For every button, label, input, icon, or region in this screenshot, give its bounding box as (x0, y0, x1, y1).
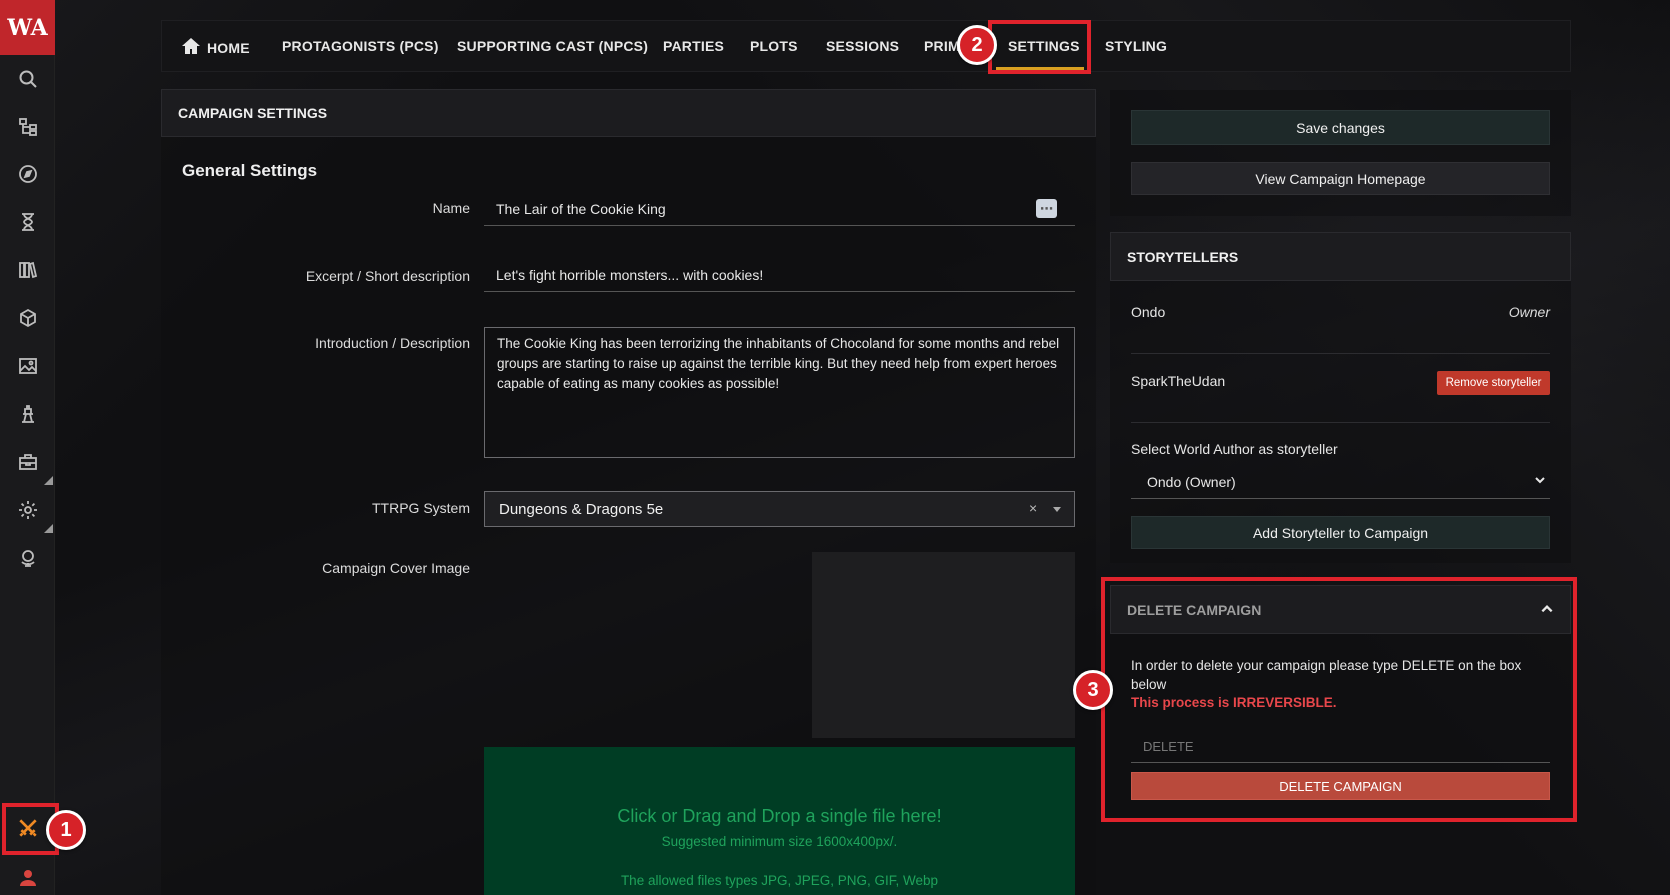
annotation-box-3 (1101, 577, 1577, 822)
add-storyteller-button[interactable]: Add Storyteller to Campaign (1131, 516, 1550, 549)
chevron-down-icon[interactable] (1534, 473, 1546, 491)
intro-label: Introduction / Description (315, 335, 470, 351)
search-icon[interactable] (12, 63, 44, 95)
author-select[interactable]: Ondo (Owner) (1131, 466, 1550, 499)
books-icon[interactable] (12, 254, 44, 286)
nav-plots[interactable]: PLOTS (750, 20, 798, 72)
nav-styling[interactable]: STYLING (1105, 20, 1167, 72)
nav-protagonists[interactable]: PROTAGONISTS (PCS) (282, 20, 439, 72)
divider (1131, 353, 1550, 354)
name-field[interactable]: The Lair of the Cookie King (484, 192, 1075, 226)
storytellers-header: STORYTELLERS (1110, 232, 1571, 281)
dropzone-title: Click or Drag and Drop a single file her… (617, 806, 942, 826)
annotation-number-3: 3 (1073, 670, 1113, 710)
nav-sessions[interactable]: SESSIONS (826, 20, 899, 72)
clear-icon[interactable]: × (1029, 500, 1037, 516)
system-label: TTRPG System (371, 500, 470, 516)
world-anvil-logo[interactable]: WA (0, 0, 55, 55)
nav-parties[interactable]: PARTIES (663, 20, 724, 72)
save-changes-button[interactable]: Save changes (1131, 110, 1550, 145)
cover-label: Campaign Cover Image (322, 560, 470, 576)
annotation-number-1: 1 (46, 810, 86, 850)
storyteller-role: Owner (1508, 304, 1550, 320)
dropzone-types-hint: The allowed files types JPG, JPEG, PNG, … (620, 873, 939, 888)
tower-icon[interactable] (12, 398, 44, 430)
expand-marker-icon (44, 476, 53, 485)
home-icon (182, 38, 200, 54)
dropdown-arrow-icon[interactable] (1053, 507, 1061, 512)
select-author-label: Select World Author as storyteller (1131, 441, 1338, 457)
name-label: Name (432, 200, 470, 216)
expand-marker-icon (44, 524, 53, 533)
excerpt-label: Excerpt / Short description (305, 268, 470, 284)
gear-icon[interactable] (12, 494, 44, 526)
compass-icon[interactable] (12, 158, 44, 190)
storyteller-name: Ondo (1131, 304, 1166, 320)
section-title: General Settings (182, 161, 318, 180)
nav-home[interactable]: HOME (181, 20, 250, 72)
user-icon[interactable] (12, 862, 44, 894)
cover-preview (812, 552, 1075, 738)
cube-icon[interactable] (12, 302, 44, 334)
view-homepage-button[interactable]: View Campaign Homepage (1131, 162, 1550, 195)
hourglass-icon[interactable] (12, 206, 44, 238)
system-select[interactable]: Dungeons & Dragons 5e (484, 491, 1075, 527)
nav-settings[interactable]: SETTINGS (1008, 20, 1080, 72)
divider (1131, 422, 1550, 423)
annotation-number-2: 2 (957, 25, 997, 65)
swords-icon[interactable] (14, 814, 42, 842)
excerpt-field[interactable]: Let's fight horrible monsters... with co… (484, 258, 1075, 292)
upload-dropzone[interactable]: Click or Drag and Drop a single file her… (484, 747, 1075, 895)
ellipsis-icon[interactable]: ⋯ (1036, 199, 1057, 218)
dropzone-size-hint: Suggested minimum size 1600x400px/. (661, 834, 898, 849)
storyteller-name: SparkTheUdan (1131, 373, 1226, 389)
actions-panel (1110, 90, 1571, 216)
tree-icon[interactable] (12, 111, 44, 143)
globe-icon[interactable] (12, 542, 44, 574)
toolbox-icon[interactable] (12, 446, 44, 478)
remove-storyteller-button[interactable]: Remove storyteller (1437, 371, 1550, 395)
nav-supporting-cast[interactable]: SUPPORTING CAST (NPCS) (457, 20, 648, 72)
active-tab-underline (996, 67, 1084, 70)
image-icon[interactable] (12, 350, 44, 382)
intro-textarea[interactable]: The Cookie King has been terrorizing the… (484, 327, 1075, 458)
campaign-settings-header: CAMPAIGN SETTINGS (161, 89, 1096, 137)
